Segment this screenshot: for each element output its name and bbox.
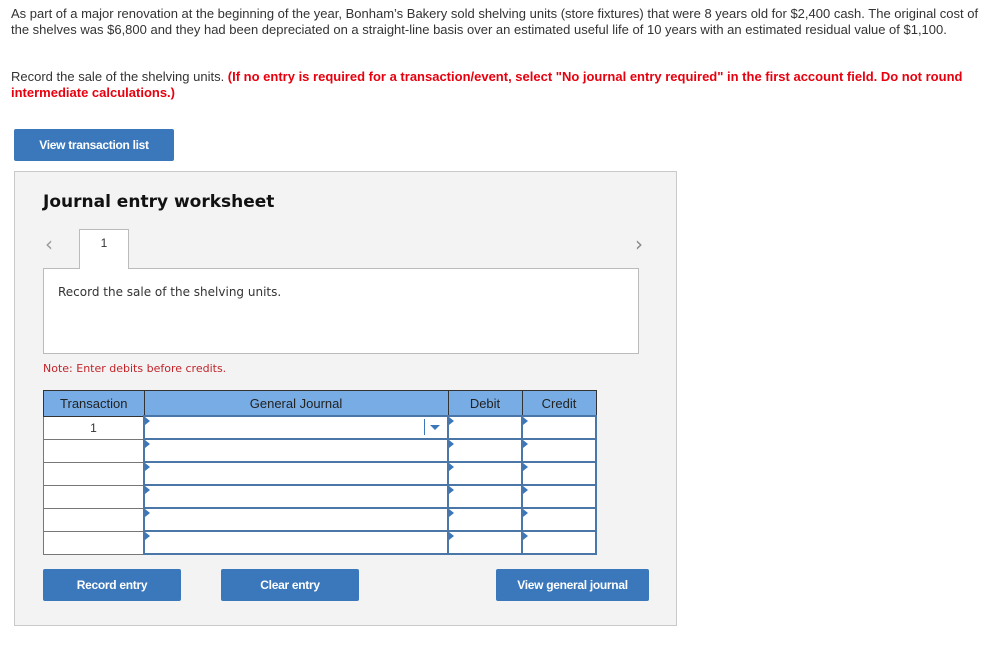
input-marker-icon xyxy=(523,440,528,448)
table-row xyxy=(43,530,597,555)
input-marker-icon xyxy=(523,463,528,471)
input-marker-icon xyxy=(449,463,454,471)
table-row: 1 xyxy=(43,415,597,440)
account-select[interactable] xyxy=(143,507,449,532)
input-marker-icon xyxy=(449,486,454,494)
debit-input[interactable] xyxy=(447,415,523,440)
table-header-row: Transaction General Journal Debit Credit xyxy=(43,390,597,417)
account-select[interactable] xyxy=(143,484,449,509)
account-select[interactable] xyxy=(143,530,449,555)
input-marker-icon xyxy=(523,532,528,540)
input-marker-icon xyxy=(449,532,454,540)
table-row xyxy=(43,461,597,486)
credit-input[interactable] xyxy=(521,438,597,463)
input-marker-icon xyxy=(145,440,150,448)
table-row xyxy=(43,438,597,463)
transaction-cell: 1 xyxy=(43,415,145,440)
instruction-text: Record the sale of the shelving units. xyxy=(11,69,228,84)
input-marker-icon xyxy=(145,463,150,471)
debit-input[interactable] xyxy=(447,438,523,463)
input-marker-icon xyxy=(145,486,150,494)
input-marker-icon xyxy=(145,509,150,517)
transaction-cell xyxy=(43,507,145,532)
input-marker-icon xyxy=(523,509,528,517)
problem-statement: As part of a major renovation at the beg… xyxy=(11,6,996,38)
header-credit: Credit xyxy=(521,390,597,417)
chevron-left-icon[interactable]: ‹ xyxy=(45,232,53,256)
entry-description-box: Record the sale of the shelving units. xyxy=(43,268,639,354)
entry-description: Record the sale of the shelving units. xyxy=(58,285,282,299)
debit-input[interactable] xyxy=(447,461,523,486)
clear-entry-button[interactable]: Clear entry xyxy=(221,569,359,601)
credit-input[interactable] xyxy=(521,415,597,440)
credit-input[interactable] xyxy=(521,484,597,509)
problem-text: As part of a major renovation at the beg… xyxy=(11,6,979,37)
input-marker-icon xyxy=(145,417,150,425)
transaction-cell xyxy=(43,461,145,486)
input-marker-icon xyxy=(145,532,150,540)
instruction: Record the sale of the shelving units. (… xyxy=(11,69,1001,101)
input-marker-icon xyxy=(449,417,454,425)
transaction-cell xyxy=(43,530,145,555)
header-debit: Debit xyxy=(447,390,523,417)
input-marker-icon xyxy=(523,486,528,494)
view-transaction-list-button[interactable]: View transaction list xyxy=(14,129,174,161)
header-general-journal: General Journal xyxy=(143,390,449,417)
debit-input[interactable] xyxy=(447,530,523,555)
input-marker-icon xyxy=(449,509,454,517)
credit-input[interactable] xyxy=(521,507,597,532)
table-row xyxy=(43,484,597,509)
worksheet-title: Journal entry worksheet xyxy=(43,192,275,212)
journal-entry-worksheet: Journal entry worksheet ‹ 1 › Record the… xyxy=(14,171,677,626)
account-select[interactable] xyxy=(143,461,449,486)
credit-input[interactable] xyxy=(521,461,597,486)
tab-1[interactable]: 1 xyxy=(79,229,129,269)
header-transaction: Transaction xyxy=(43,390,145,417)
table-row xyxy=(43,507,597,532)
chevron-right-icon[interactable]: › xyxy=(635,232,643,256)
account-select[interactable] xyxy=(143,415,449,440)
transaction-cell xyxy=(43,438,145,463)
view-general-journal-button[interactable]: View general journal xyxy=(496,569,649,601)
dropdown-arrow-icon[interactable] xyxy=(424,419,443,435)
input-marker-icon xyxy=(449,440,454,448)
account-select[interactable] xyxy=(143,438,449,463)
credit-input[interactable] xyxy=(521,530,597,555)
input-marker-icon xyxy=(523,417,528,425)
debit-input[interactable] xyxy=(447,507,523,532)
journal-table: Transaction General Journal Debit Credit… xyxy=(43,390,597,555)
debit-input[interactable] xyxy=(447,484,523,509)
record-entry-button[interactable]: Record entry xyxy=(43,569,181,601)
transaction-cell xyxy=(43,484,145,509)
note-text: Note: Enter debits before credits. xyxy=(43,362,227,375)
